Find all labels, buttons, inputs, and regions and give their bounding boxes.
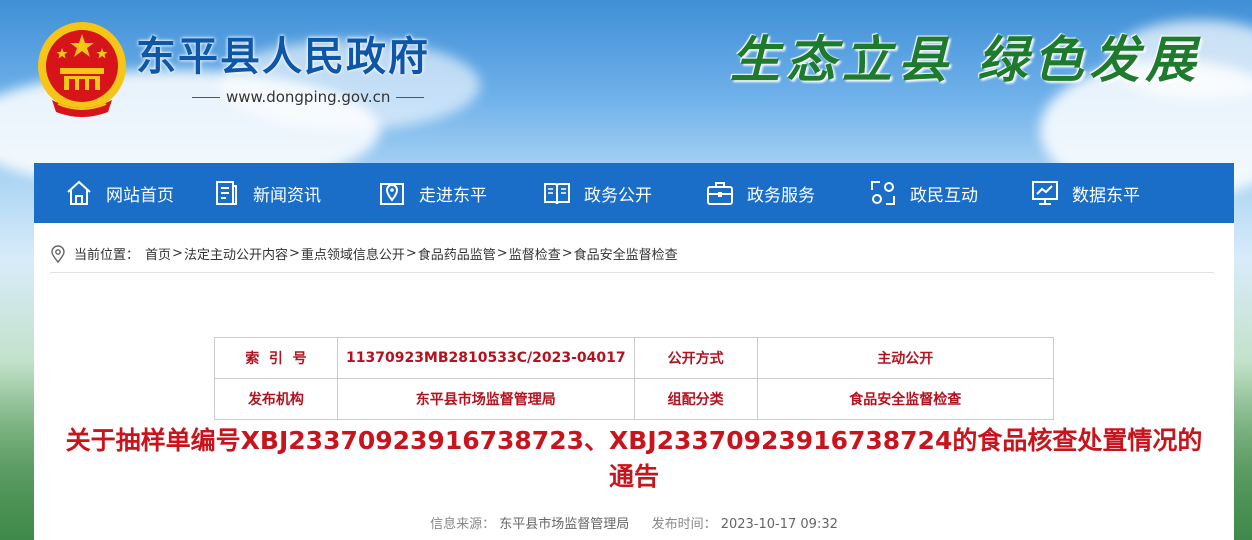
table-row: 索 引 号 11370923MB2810533C/2023-04017 公开方式… bbox=[214, 337, 1055, 379]
breadcrumb-item[interactable]: 法定主动公开内容 bbox=[184, 244, 288, 263]
nav-item-label: 政务公开 bbox=[584, 185, 652, 206]
home-icon bbox=[67, 180, 91, 205]
meta-label-category: 组配分类 bbox=[633, 378, 758, 420]
meta-value-index: 11370923MB2810533C/2023-04017 bbox=[336, 337, 635, 379]
nav-item-label: 新闻资讯 bbox=[253, 185, 321, 206]
nav-item-label: 政民互动 bbox=[910, 185, 978, 206]
breadcrumb: 当前位置： 首页 > 法定主动公开内容 > 重点领域信息公开 > 食品药品监管 … bbox=[50, 235, 1214, 273]
meta-table: 索 引 号 11370923MB2810533C/2023-04017 公开方式… bbox=[214, 337, 1055, 420]
nav-item-data[interactable]: 数据东平 bbox=[1030, 163, 1140, 223]
slogan: 生态立县 绿色发展 bbox=[730, 30, 1202, 89]
breadcrumb-item[interactable]: 食品药品监管 bbox=[418, 244, 496, 263]
monitor-chart-icon bbox=[1032, 181, 1058, 205]
meta-value-publisher: 东平县市场监督管理局 bbox=[336, 378, 635, 420]
nav-item-interaction[interactable]: 政民互动 bbox=[868, 163, 978, 223]
meta-label-open-method: 公开方式 bbox=[633, 337, 758, 379]
breadcrumb-item[interactable]: 食品安全监督检查 bbox=[574, 244, 678, 263]
nav-item-label: 政务服务 bbox=[747, 185, 815, 206]
breadcrumb-separator: > bbox=[288, 246, 300, 261]
meta-label-publisher: 发布机构 bbox=[214, 378, 338, 420]
breadcrumb-prefix: 当前位置： bbox=[74, 248, 140, 263]
interaction-icon bbox=[871, 181, 895, 205]
location-pin-icon bbox=[51, 244, 65, 263]
nav-item-home[interactable]: 网站首页 bbox=[64, 163, 174, 223]
nav-item-label: 数据东平 bbox=[1072, 185, 1140, 206]
nav-item-about[interactable]: 走进东平 bbox=[377, 163, 487, 223]
breadcrumb-separator: > bbox=[172, 246, 183, 261]
book-icon bbox=[544, 183, 570, 205]
content-panel: 当前位置： 首页 > 法定主动公开内容 > 重点领域信息公开 > 食品药品监管 … bbox=[34, 223, 1234, 540]
meta-value-open-method: 主动公开 bbox=[756, 337, 1055, 379]
breadcrumb-item[interactable]: 重点领域信息公开 bbox=[301, 244, 405, 263]
main-nav: 网站首页 新闻资讯 走进东平 政务公开 政务服务 政民互动 数据东平 bbox=[34, 163, 1234, 223]
breadcrumb-separator: > bbox=[496, 246, 508, 261]
table-row: 发布机构 东平县市场监督管理局 组配分类 食品安全监督检查 bbox=[214, 378, 1055, 420]
map-pin-icon bbox=[380, 183, 404, 205]
source-value: 东平县市场监督管理局 bbox=[499, 517, 630, 532]
nav-item-gov-open[interactable]: 政务公开 bbox=[542, 163, 652, 223]
news-icon bbox=[216, 181, 237, 205]
meta-label-index: 索 引 号 bbox=[214, 337, 338, 379]
time-value: 2023-10-17 09:32 bbox=[720, 517, 838, 532]
breadcrumb-separator: > bbox=[405, 246, 417, 261]
breadcrumb-item[interactable]: 监督检查 bbox=[509, 244, 561, 263]
breadcrumb-item-home[interactable]: 首页 bbox=[145, 244, 171, 263]
source-label: 信息来源： bbox=[430, 517, 496, 532]
site-url[interactable]: www.dongping.gov.cn bbox=[186, 88, 430, 106]
national-emblem-icon bbox=[36, 20, 128, 120]
article-title: 关于抽样单编号XBJ23370923916738723、XBJ233709239… bbox=[65, 426, 1203, 491]
site-title: 东平县人民政府 bbox=[136, 34, 430, 80]
nav-item-gov-service[interactable]: 政务服务 bbox=[705, 163, 815, 223]
nav-item-news[interactable]: 新闻资讯 bbox=[211, 163, 321, 223]
article-meta: 信息来源： 东平县市场监督管理局 发布时间： 2023-10-17 09:32 bbox=[34, 513, 1234, 532]
meta-value-category: 食品安全监督检查 bbox=[756, 378, 1055, 420]
nav-item-label: 网站首页 bbox=[106, 185, 174, 206]
briefcase-icon bbox=[707, 182, 733, 205]
breadcrumb-separator: > bbox=[561, 246, 573, 261]
time-label: 发布时间： bbox=[651, 517, 717, 532]
nav-item-label: 走进东平 bbox=[419, 185, 487, 206]
